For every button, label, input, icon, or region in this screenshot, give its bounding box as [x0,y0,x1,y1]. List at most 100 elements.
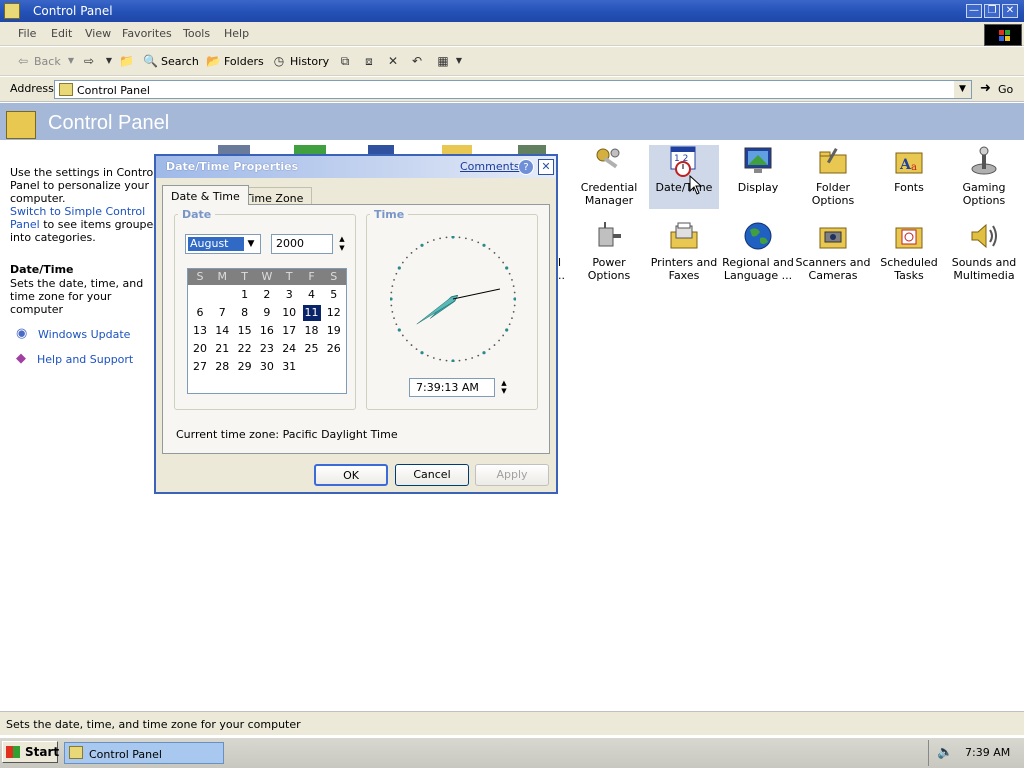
views-dropdown-icon[interactable]: ▼ [452,54,466,68]
calendar-day[interactable]: 14 [213,323,231,339]
address-dropdown-icon[interactable]: ▼ [954,81,971,98]
item-printers-faxes[interactable]: Printers and Faxes [646,220,722,282]
up-folder-icon[interactable]: 📁 [119,54,134,68]
weekday-label: T [285,270,293,283]
clock-minute-mark [488,348,491,351]
calendar-day[interactable]: 25 [303,341,321,357]
calendar-day[interactable]: 6 [191,305,209,321]
folders-button[interactable]: Folders [224,55,264,68]
calendar-day[interactable]: 27 [191,359,209,375]
menu-help[interactable]: Help [224,27,249,40]
clock-minute-mark [477,354,480,357]
mouse-cursor-icon [689,175,703,195]
menu-favorites[interactable]: Favorites [122,27,172,40]
go-arrow-icon: ➜ [980,81,991,96]
back-dropdown-icon[interactable]: ▼ [64,54,78,68]
delete-icon[interactable]: ✕ [386,54,400,68]
calendar-day[interactable]: 22 [236,341,254,357]
time-input[interactable]: 7:39:13 AM [409,378,495,397]
close-button[interactable]: ✕ [1002,4,1018,18]
volume-icon[interactable]: 🔈 [937,745,953,760]
time-up-icon[interactable]: ▲ [499,380,509,387]
calendar-day[interactable]: 7 [213,305,231,321]
calendar-day[interactable]: 23 [258,341,276,357]
comments-link[interactable]: Comments? [460,160,525,173]
forward-arrow-icon[interactable]: ⇨ [82,54,96,68]
calendar-day[interactable]: 30 [258,359,276,375]
year-down-icon[interactable]: ▼ [337,245,347,252]
menu-edit[interactable]: Edit [51,27,72,40]
chevron-down-icon[interactable]: ▼ [243,236,259,252]
calendar-day[interactable]: 16 [258,323,276,339]
calendar-day[interactable]: 13 [191,323,209,339]
calendar-day[interactable]: 11 [302,305,321,321]
dialog-titlebar[interactable]: Date/Time Properties Comments? ? ✕ [156,156,556,178]
year-up-icon[interactable]: ▲ [337,236,347,243]
month-select[interactable]: August ▼ [185,234,261,254]
calendar-day[interactable]: 18 [303,323,321,339]
taskbar-item-control-panel[interactable]: Control Panel [64,742,224,764]
calendar-day[interactable]: 1 [236,287,254,303]
go-button[interactable]: Go [998,83,1013,96]
restore-button[interactable]: ❐ [984,4,1000,18]
power-plug-icon [593,220,625,252]
calendar-day[interactable]: 28 [213,359,231,375]
item-scheduled-tasks[interactable]: Scheduled Tasks [871,220,947,282]
calendar-day[interactable]: 5 [325,287,343,303]
back-button[interactable]: Back [34,55,61,68]
calendar-day[interactable]: 4 [303,287,321,303]
help-support-link[interactable]: Help and Support [37,353,133,366]
calendar-day[interactable]: 12 [325,305,343,321]
calendar-day[interactable]: 20 [191,341,209,357]
item-display[interactable]: Display [720,145,796,194]
ok-button[interactable]: OK [314,464,388,486]
clock-minute-mark [512,285,515,288]
item-sounds-multimedia[interactable]: Sounds and Multimedia [946,220,1022,282]
calendar-day[interactable]: 29 [236,359,254,375]
copy-to-icon[interactable]: ⧈ [362,54,376,68]
help-question-icon[interactable]: ? [518,159,534,175]
calendar-day[interactable]: 26 [325,341,343,357]
taskbar-clock[interactable]: 7:39 AM [965,746,1010,759]
calendar-day[interactable]: 17 [280,323,298,339]
item-credential-manager[interactable]: Credential Manager [571,145,647,207]
calendar-day[interactable]: 2 [258,287,276,303]
undo-icon[interactable]: ↶ [410,54,424,68]
move-to-icon[interactable]: ⧉ [338,54,352,68]
calendar-day[interactable]: 10 [280,305,298,321]
item-gaming-options[interactable]: Gaming Options [946,145,1022,207]
item-date-time[interactable]: 1 2 Date/Time [649,145,719,209]
apply-button[interactable]: Apply [475,464,549,486]
clock-minute-mark [395,323,398,326]
calendar-day[interactable]: 19 [325,323,343,339]
forward-dropdown-icon[interactable]: ▼ [102,54,116,68]
history-button[interactable]: History [290,55,329,68]
calendar-day[interactable]: 8 [236,305,254,321]
year-input[interactable]: 2000 [271,234,333,254]
item-regional-language[interactable]: Regional and Language ... [720,220,796,282]
calendar-day[interactable]: 24 [280,341,298,357]
item-fonts[interactable]: Aa Fonts [871,145,947,194]
calendar-day[interactable]: 15 [236,323,254,339]
tab-date-time[interactable]: Date & Time [162,185,249,205]
menu-view[interactable]: View [85,27,111,40]
time-down-icon[interactable]: ▼ [499,388,509,395]
window-titlebar[interactable]: Control Panel — ❐ ✕ [0,0,1024,22]
views-icon[interactable]: ▦ [436,54,450,68]
calendar-day[interactable]: 21 [213,341,231,357]
minimize-button[interactable]: — [966,4,982,18]
calendar-day[interactable]: 3 [280,287,298,303]
menu-tools[interactable]: Tools [183,27,210,40]
dialog-close-icon[interactable]: ✕ [538,159,554,175]
cancel-button[interactable]: Cancel [395,464,469,486]
windows-logo-icon [984,24,1022,46]
windows-update-link[interactable]: Windows Update [38,328,130,341]
menu-file[interactable]: File [18,27,36,40]
calendar-day[interactable]: 9 [258,305,276,321]
search-button[interactable]: Search [161,55,199,68]
address-input[interactable]: Control Panel [54,80,972,99]
item-folder-options[interactable]: Folder Options [795,145,871,207]
item-power-options[interactable]: Power Options [571,220,647,282]
calendar-day[interactable]: 31 [280,359,298,375]
item-scanners-cameras[interactable]: Scanners and Cameras [795,220,871,282]
